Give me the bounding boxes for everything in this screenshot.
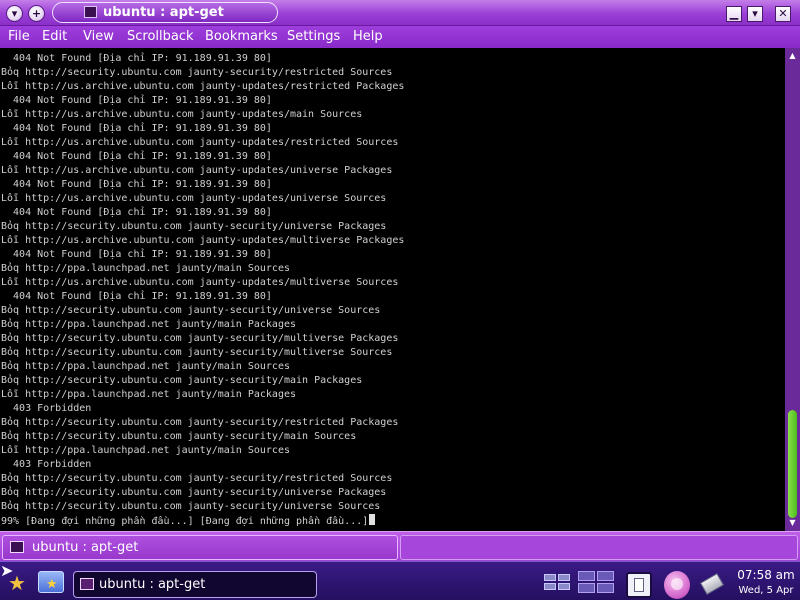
terminal-line: 404 Not Found [Địa chỉ IP: 91.189.91.39 … [1,151,272,162]
clipboard-icon[interactable] [626,572,652,598]
menubar: File Edit View Scrollback Bookmarks Sett… [0,26,800,48]
terminal-scrollbar[interactable]: ▲ ▼ [785,48,800,531]
terminal-line: Lỗi http://ppa.launchpad.net jaunty/main… [1,389,297,400]
session-tabbar: ubuntu : apt-get [0,531,800,561]
star-icon: ★ [46,577,58,592]
terminal-line: Bỏq http://ppa.launchpad.net jaunty/main… [1,319,297,330]
session-tab-label: ubuntu : apt-get [32,540,139,555]
home-folder-icon[interactable]: ★ [38,571,64,593]
sticky-button[interactable]: + [28,5,45,22]
terminal-line: Bỏq http://security.ubuntu.com jaunty-se… [1,333,399,344]
terminal-lines: 404 Not Found [Địa chỉ IP: 91.189.91.39 … [0,48,785,528]
terminal-line: Bỏq http://security.ubuntu.com jaunty-se… [1,431,357,442]
pager-icon[interactable] [544,574,572,592]
terminal-icon [10,541,24,553]
terminal-line: Lỗi http://us.archive.ubuntu.com jaunty-… [1,137,399,148]
text-cursor [369,514,376,525]
session-tab[interactable]: ubuntu : apt-get [2,535,398,560]
clock-time[interactable]: 07:58 am [735,568,797,582]
terminal-line: 404 Not Found [Địa chỉ IP: 91.189.91.39 … [1,123,272,134]
terminal-line: 403 Forbidden [1,403,92,414]
terminal-line: 99% [Đang đợi những phần đầu...] [Đang đ… [1,514,785,528]
terminal-line: Lỗi http://us.archive.ubuntu.com jaunty-… [1,165,393,176]
terminal-line: Bỏq http://ppa.launchpad.net jaunty/main… [1,361,290,372]
terminal-line: 404 Not Found [Địa chỉ IP: 91.189.91.39 … [1,95,272,106]
menu-edit[interactable]: Edit [42,29,67,45]
window-title-pill: ubuntu : apt-get [52,2,278,23]
terminal-line: Bỏq http://security.ubuntu.com jaunty-se… [1,417,399,428]
terminal-output[interactable]: 404 Not Found [Địa chỉ IP: 91.189.91.39 … [0,48,785,531]
scrollbar-thumb[interactable] [788,410,797,518]
menu-scrollback[interactable]: Scrollback [127,29,194,45]
terminal-icon [80,578,94,590]
terminal-line: Lỗi http://us.archive.ubuntu.com jaunty-… [1,235,405,246]
window-title: ubuntu : apt-get [103,5,224,20]
terminal-line: Bỏq http://security.ubuntu.com jaunty-se… [1,375,363,386]
terminal-line: 403 Forbidden [1,459,92,470]
minimize-button[interactable]: ▁ [726,6,742,22]
terminal-line: 404 Not Found [Địa chỉ IP: 91.189.91.39 … [1,53,272,64]
terminal-line: 404 Not Found [Địa chỉ IP: 91.189.91.39 … [1,207,272,218]
download-manager-icon[interactable] [664,571,690,599]
terminal-line: Lỗi http://us.archive.ubuntu.com jaunty-… [1,193,387,204]
terminal-line: Bỏq http://security.ubuntu.com jaunty-se… [1,487,387,498]
menu-view[interactable]: View [83,29,114,45]
terminal-line: Bỏq http://security.ubuntu.com jaunty-se… [1,221,387,232]
terminal-line: Bỏq http://security.ubuntu.com jaunty-se… [1,473,393,484]
task-button[interactable]: ubuntu : apt-get [73,571,317,598]
clock-date[interactable]: Wed, 5 Apr [735,584,797,597]
terminal-line: 404 Not Found [Địa chỉ IP: 91.189.91.39 … [1,291,272,302]
taskbar: ★ ★ ubuntu : apt-get 07:58 am Wed, 5 Apr… [0,561,800,600]
window-titlebar[interactable]: ▾ + ubuntu : apt-get ▁ ▾ ✕ [0,0,800,26]
terminal-line: Bỏq http://security.ubuntu.com jaunty-se… [1,347,393,358]
terminal-line: Lỗi http://us.archive.ubuntu.com jaunty-… [1,277,399,288]
close-button[interactable]: ✕ [775,6,791,22]
menu-bookmarks[interactable]: Bookmarks [205,29,278,45]
menu-settings[interactable]: Settings [287,29,340,45]
terminal-line: Bỏq http://security.ubuntu.com jaunty-se… [1,501,381,512]
terminal-line: 404 Not Found [Địa chỉ IP: 91.189.91.39 … [1,249,272,260]
terminal-line: Bỏq http://security.ubuntu.com jaunty-se… [1,305,381,316]
terminal-line: Bỏq http://ppa.launchpad.net jaunty/main… [1,263,290,274]
desktop-switcher-icon[interactable] [578,571,616,595]
maximize-button[interactable]: ▾ [747,6,763,22]
mouse-pointer-icon: ➤ [0,561,14,580]
terminal-line: 404 Not Found [Địa chỉ IP: 91.189.91.39 … [1,179,272,190]
menu-help[interactable]: Help [353,29,383,45]
window-menu-button[interactable]: ▾ [6,5,23,22]
storage-device-icon[interactable] [699,572,726,596]
scroll-up-icon[interactable]: ▲ [786,50,799,62]
terminal-line: Lỗi http://us.archive.ubuntu.com jaunty-… [1,81,405,92]
scroll-down-icon[interactable]: ▼ [786,517,799,529]
terminal-line: Lỗi http://us.archive.ubuntu.com jaunty-… [1,109,363,120]
terminal-icon [84,6,97,18]
task-button-label: ubuntu : apt-get [99,577,206,592]
terminal-line: Lỗi http://ppa.launchpad.net jaunty/main… [1,445,290,456]
tabbar-empty-area [400,535,798,560]
terminal-line: Bỏq http://security.ubuntu.com jaunty-se… [1,67,393,78]
menu-file[interactable]: File [8,29,30,45]
